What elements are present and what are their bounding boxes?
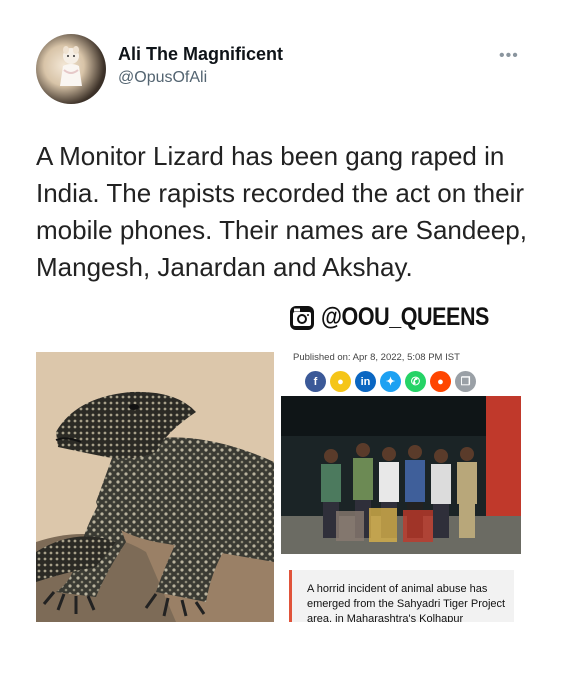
news-photo[interactable] bbox=[281, 396, 521, 554]
whatsapp-icon[interactable]: ✆ bbox=[405, 371, 426, 392]
avatar[interactable] bbox=[36, 34, 106, 104]
reddit-icon[interactable]: ● bbox=[430, 371, 451, 392]
twitter-icon[interactable]: ✦ bbox=[380, 371, 401, 392]
published-date: Published on: Apr 8, 2022, 5:08 PM IST bbox=[293, 352, 460, 363]
share-bar: f ● in ✦ ✆ ● ❐ bbox=[305, 371, 476, 392]
koo-icon[interactable]: ● bbox=[330, 371, 351, 392]
tweet-text: A Monitor Lizard has been gang raped in … bbox=[36, 141, 527, 282]
lizard-illustration bbox=[36, 352, 274, 622]
facebook-icon[interactable]: f bbox=[305, 371, 326, 392]
linkedin-icon[interactable]: in bbox=[355, 371, 376, 392]
group-photo-illustration bbox=[281, 396, 521, 554]
watermark-text: @OOU_QUEENS bbox=[321, 303, 489, 331]
article-caption-box: A horrid incident of animal abuse has em… bbox=[289, 570, 514, 622]
copy-icon[interactable]: ❐ bbox=[455, 371, 476, 392]
author-handle[interactable]: @OpusOfAli bbox=[118, 69, 207, 87]
more-options-icon[interactable]: ••• bbox=[499, 47, 519, 65]
monitor-lizard-image[interactable] bbox=[36, 352, 274, 622]
article-caption: A horrid incident of animal abuse has em… bbox=[307, 583, 506, 622]
author-name[interactable]: Ali The Magnificent bbox=[118, 44, 283, 65]
avatar-figure-icon bbox=[60, 46, 82, 86]
watermark: @OOU_QUEENS bbox=[289, 303, 516, 332]
instagram-icon bbox=[290, 305, 314, 330]
